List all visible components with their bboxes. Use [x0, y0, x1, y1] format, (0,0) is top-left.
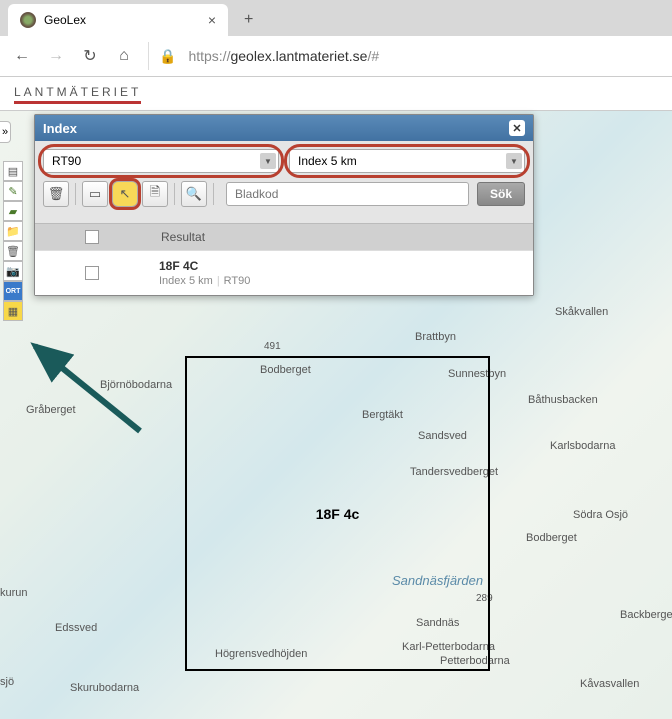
map-label: Kåvasvallen: [580, 678, 639, 690]
map-label: kurun: [0, 587, 28, 599]
rectangle-select-button[interactable]: ▭: [82, 181, 108, 207]
coordinate-system-dropdown[interactable]: RT90 ▼: [43, 149, 279, 173]
home-button[interactable]: ⌂: [114, 47, 134, 65]
dropdown-value: RT90: [52, 154, 81, 168]
result-checkbox[interactable]: [85, 266, 99, 280]
panel-close-button[interactable]: ✕: [509, 120, 525, 136]
result-header-row: Resultat: [35, 223, 533, 250]
panel-body: RT90 ▼ Index 5 km ▼ 🗑 ▭ ↖ 🗎 🔍 S: [35, 141, 533, 223]
browser-chrome: GeoLex × + ← → ↻ ⌂ 🔒 https://geolex.lant…: [0, 0, 672, 77]
favicon: [20, 12, 36, 28]
panel-title: Index: [43, 121, 77, 136]
separator: [75, 183, 76, 205]
result-row[interactable]: 18F 4C Index 5 km|RT90: [35, 250, 533, 295]
map-rect-label: 18F 4c: [316, 506, 360, 522]
map-label: Båthusbacken: [528, 394, 598, 406]
map-label: Södra Osjö: [573, 509, 628, 521]
map-index-rectangle: 18F 4c: [185, 356, 490, 671]
panel-header[interactable]: Index ✕: [35, 115, 533, 141]
panel-toolbar: 🗑 ▭ ↖ 🗎 🔍 Sök: [43, 181, 525, 207]
tab-bar: GeoLex × +: [0, 0, 672, 36]
trash-button[interactable]: 🗑: [43, 181, 69, 207]
layers-button[interactable]: ▤: [3, 161, 23, 181]
result-info: 18F 4C Index 5 km|RT90: [159, 259, 250, 287]
browser-tab[interactable]: GeoLex ×: [8, 4, 228, 36]
separator: [213, 183, 214, 205]
open-button[interactable]: 📁: [3, 221, 23, 241]
zoom-button[interactable]: 🔍: [181, 181, 207, 207]
search-button[interactable]: Sök: [477, 182, 525, 206]
chevron-down-icon: ▼: [260, 153, 276, 169]
file-button[interactable]: 🗎: [142, 181, 168, 207]
new-tab-button[interactable]: +: [236, 7, 261, 33]
separator: [174, 183, 175, 205]
dropdown-value: Index 5 km: [298, 154, 357, 168]
main-content: Björnöbodarna Gråberget Brattbyn Bodberg…: [0, 111, 672, 719]
map-label: Bodberget: [526, 532, 577, 544]
index-panel: Index ✕ RT90 ▼ Index 5 km ▼ 🗑 ▭: [34, 114, 534, 296]
url-bar[interactable]: 🔒 https://geolex.lantmateriet.se/#: [148, 42, 660, 70]
map-label: Karlsbodarna: [550, 440, 615, 452]
index-button[interactable]: ▦: [3, 301, 23, 321]
result-subtitle: Index 5 km|RT90: [159, 275, 250, 287]
ort-button[interactable]: ORT: [3, 281, 23, 301]
result-header-label: Resultat: [161, 230, 205, 244]
map-label: Backberge: [620, 609, 672, 621]
tab-close-icon[interactable]: ×: [208, 12, 216, 28]
polygon-button[interactable]: ▰: [3, 201, 23, 221]
select-all-checkbox[interactable]: [85, 230, 99, 244]
sidebar-toggle-button[interactable]: »: [0, 121, 11, 143]
left-toolbar: ▤ ✎ ▰ 📁 🗑 📷 ORT ▦: [3, 161, 23, 321]
logo-bar: LANTMÄTERIET: [0, 77, 672, 111]
annotation-arrow: [30, 341, 150, 461]
dropdown-row: RT90 ▼ Index 5 km ▼: [43, 149, 525, 173]
edit-button[interactable]: ✎: [3, 181, 23, 201]
map-label: Edssved: [55, 622, 97, 634]
map-elevation: 491: [264, 341, 281, 352]
click-select-button[interactable]: ↖: [112, 181, 138, 207]
index-scale-dropdown[interactable]: Index 5 km ▼: [289, 149, 525, 173]
map-label: Skåkvallen: [555, 306, 608, 318]
tab-title: GeoLex: [44, 13, 86, 27]
bladkod-search-input[interactable]: [226, 182, 469, 206]
map-label: Skurubodarna: [70, 682, 139, 694]
screenshot-button[interactable]: 📷: [3, 261, 23, 281]
nav-bar: ← → ↻ ⌂ 🔒 https://geolex.lantmateriet.se…: [0, 36, 672, 76]
brand-logo: LANTMÄTERIET: [14, 85, 141, 104]
map-label: sjö: [0, 676, 14, 688]
url-text: https://geolex.lantmateriet.se/#: [188, 48, 379, 64]
delete-button[interactable]: 🗑: [3, 241, 23, 261]
back-button[interactable]: ←: [12, 47, 32, 65]
lock-icon: 🔒: [159, 48, 176, 65]
chevron-down-icon: ▼: [506, 153, 522, 169]
result-title: 18F 4C: [159, 259, 250, 273]
map-label: Brattbyn: [415, 331, 456, 343]
forward-button[interactable]: →: [46, 47, 66, 65]
refresh-button[interactable]: ↻: [80, 46, 100, 66]
